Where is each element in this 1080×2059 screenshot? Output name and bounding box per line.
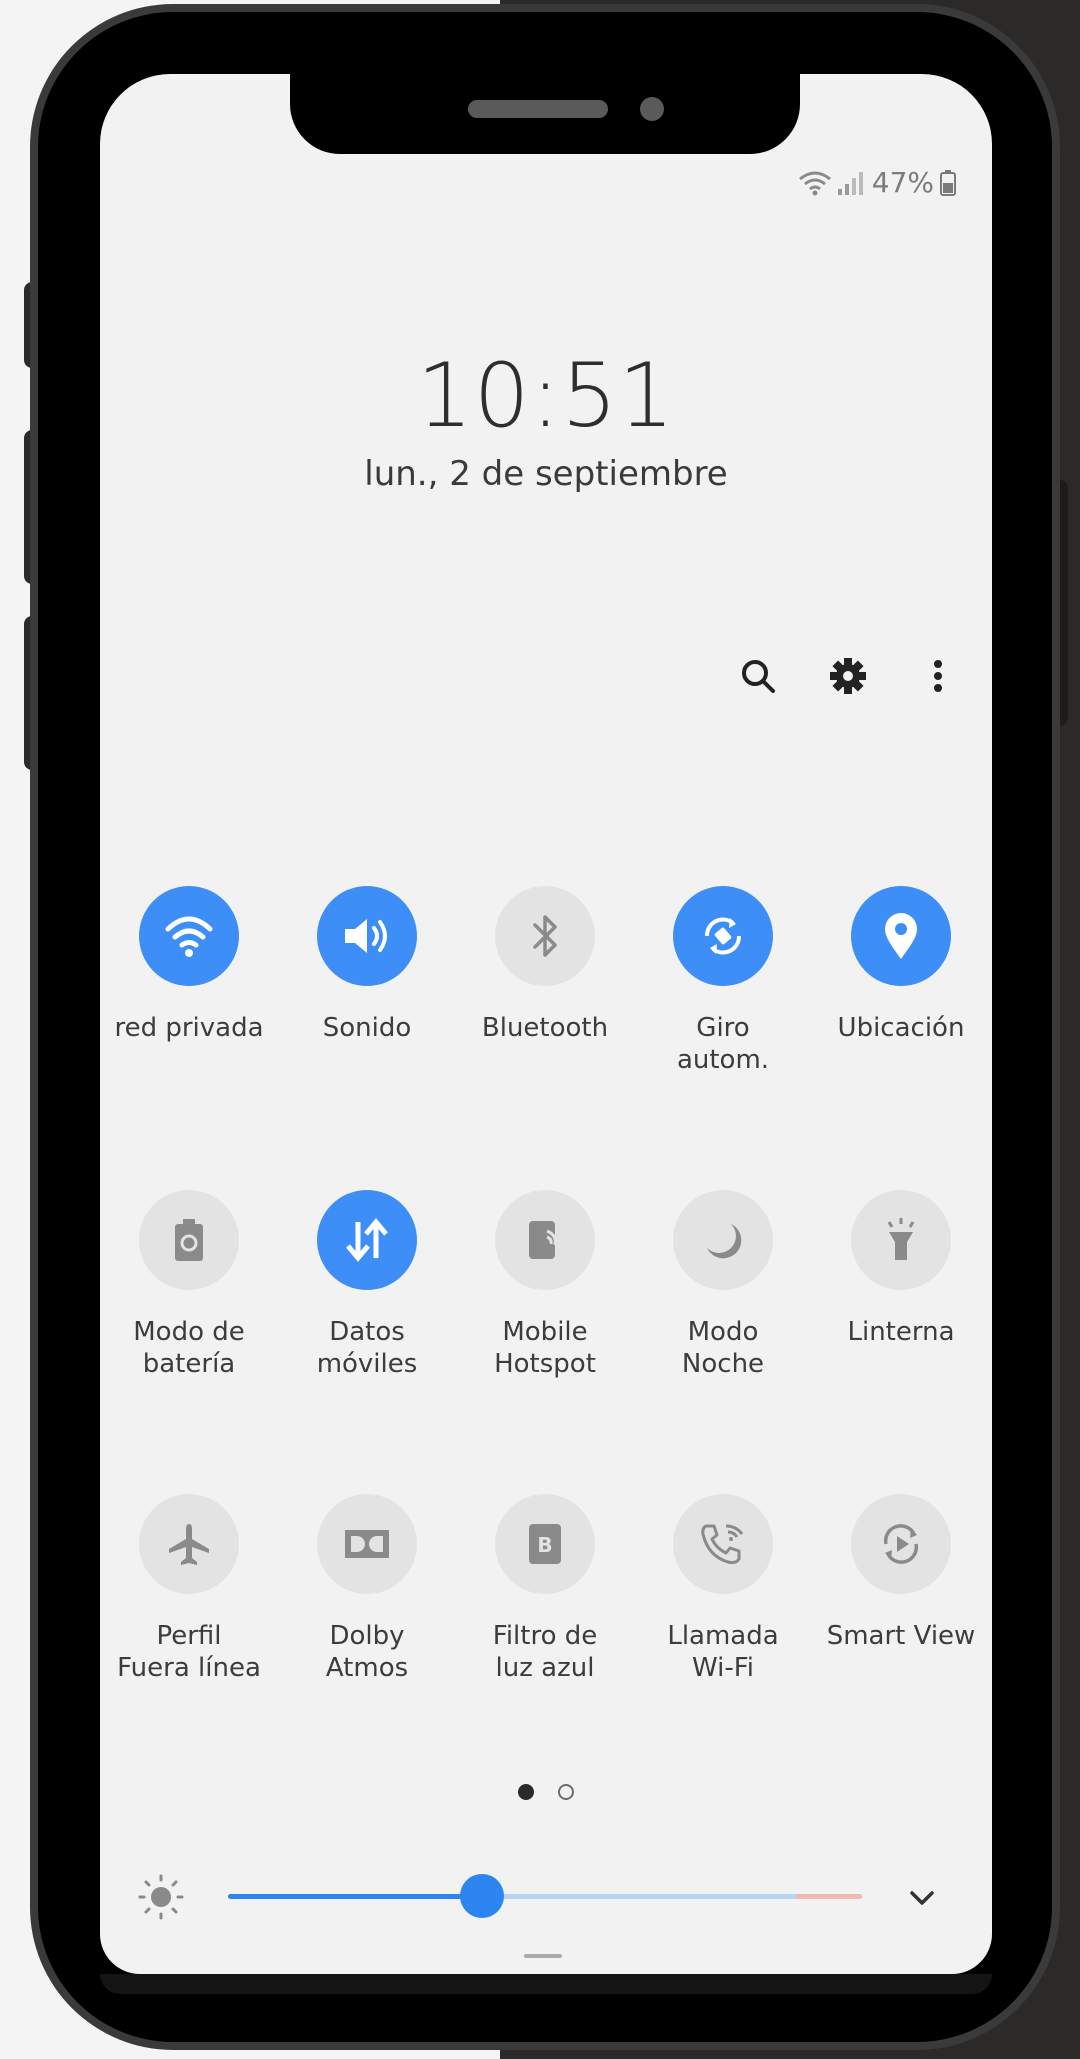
tile-label: Ubicación (837, 1013, 965, 1043)
svg-text:B: B (537, 1533, 552, 1557)
flashlight-icon[interactable] (851, 1190, 951, 1290)
date: lun., 2 de septiembre (364, 454, 728, 494)
brightness-slider[interactable] (228, 1874, 862, 1918)
front-camera (640, 97, 664, 121)
tile-battery-mode[interactable]: Modo de batería (100, 1190, 278, 1380)
dolby-icon[interactable] (317, 1494, 417, 1594)
brightness-slider-fill (228, 1894, 482, 1899)
tile-label: Linterna (847, 1317, 955, 1347)
tile-label: red privada (114, 1013, 264, 1043)
tile-label: Modo de batería (133, 1317, 245, 1379)
brightness-slider-max-segment (796, 1894, 862, 1899)
brightness-sun-icon (136, 1872, 186, 1922)
bluetooth-icon[interactable] (495, 886, 595, 986)
quick-panel-toolbar (738, 656, 958, 696)
notch (290, 70, 800, 154)
page-dot[interactable] (518, 1784, 534, 1800)
tile-blue-light-filter[interactable]: B Filtro de luz azul (456, 1494, 634, 1684)
side-button-right (1052, 480, 1068, 726)
tile-hotspot[interactable]: Mobile Hotspot (456, 1190, 634, 1380)
tile-night-mode[interactable]: Modo Noche (634, 1190, 812, 1380)
tile-label: Dolby Atmos (325, 1621, 409, 1683)
tile-label: Modo Noche (681, 1317, 765, 1379)
tile-sound[interactable]: Sonido (278, 886, 456, 1076)
tile-label: Giro autom. (676, 1013, 770, 1075)
gear-icon[interactable] (828, 656, 868, 696)
screen-bottom-edge (100, 1974, 992, 1994)
rotate-icon[interactable] (673, 886, 773, 986)
tile-mobile-data[interactable]: Datos móviles (278, 1190, 456, 1380)
signal-icon (837, 171, 866, 195)
tile-row: Perfil Fuera línea Dolby Atmos B Filtro … (100, 1494, 992, 1684)
tile-row: red privada Sonido Bluetooth Giro autom.… (100, 886, 992, 1076)
page-dot[interactable] (558, 1784, 574, 1800)
brightness-slider-knob[interactable] (459, 1874, 504, 1918)
airplane-icon[interactable] (139, 1494, 239, 1594)
blue-light-filter-icon[interactable]: B (495, 1494, 595, 1594)
search-icon[interactable] (738, 656, 778, 696)
quick-panel: 47% 10:51 lun., 2 de septiembre red priv… (100, 74, 992, 1974)
mobile-data-icon[interactable] (317, 1190, 417, 1290)
tile-location[interactable]: Ubicación (812, 886, 990, 1076)
tile-label: Sonido (322, 1013, 412, 1043)
tile-label: Filtro de luz azul (492, 1621, 598, 1683)
page-indicator (100, 1784, 992, 1800)
battery-percent: 47% (871, 166, 934, 199)
chevron-down-icon[interactable] (902, 1878, 942, 1918)
panel-drag-handle[interactable] (524, 1954, 562, 1958)
phone-frame: 47% 10:51 lun., 2 de septiembre red priv… (38, 12, 1052, 2042)
tile-label: Datos móviles (316, 1317, 418, 1379)
tile-auto-rotate[interactable]: Giro autom. (634, 886, 812, 1076)
tile-wifi-call[interactable]: Llamada Wi-Fi (634, 1494, 812, 1684)
tile-airplane[interactable]: Perfil Fuera línea (100, 1494, 278, 1684)
wifi-status-icon (798, 170, 832, 196)
tile-label: Bluetooth (481, 1013, 609, 1043)
tile-smart-view[interactable]: Smart View (812, 1494, 990, 1684)
moon-icon[interactable] (673, 1190, 773, 1290)
tile-wifi[interactable]: red privada (100, 886, 278, 1076)
tile-bluetooth[interactable]: Bluetooth (456, 886, 634, 1076)
tile-label: Mobile Hotspot (494, 1317, 596, 1379)
brightness-control (136, 1864, 966, 1924)
tile-label: Smart View (826, 1621, 976, 1651)
earpiece-speaker (468, 100, 608, 118)
clock: 10:51 (416, 344, 676, 447)
speaker-icon[interactable] (317, 886, 417, 986)
wifi-call-icon[interactable] (673, 1494, 773, 1594)
tile-label: Perfil Fuera línea (117, 1621, 261, 1683)
tile-label: Llamada Wi-Fi (667, 1621, 779, 1683)
smart-view-icon[interactable] (851, 1494, 951, 1594)
location-icon[interactable] (851, 886, 951, 986)
more-vertical-icon[interactable] (918, 656, 958, 696)
hotspot-icon[interactable] (495, 1190, 595, 1290)
wifi-icon[interactable] (139, 886, 239, 986)
status-bar: 47% (798, 166, 956, 199)
battery-icon (940, 169, 956, 196)
tile-flashlight[interactable]: Linterna (812, 1190, 990, 1380)
tile-row: Modo de batería Datos móviles Mobile Hot… (100, 1190, 992, 1380)
tile-dolby[interactable]: Dolby Atmos (278, 1494, 456, 1684)
battery-saver-icon[interactable] (139, 1190, 239, 1290)
